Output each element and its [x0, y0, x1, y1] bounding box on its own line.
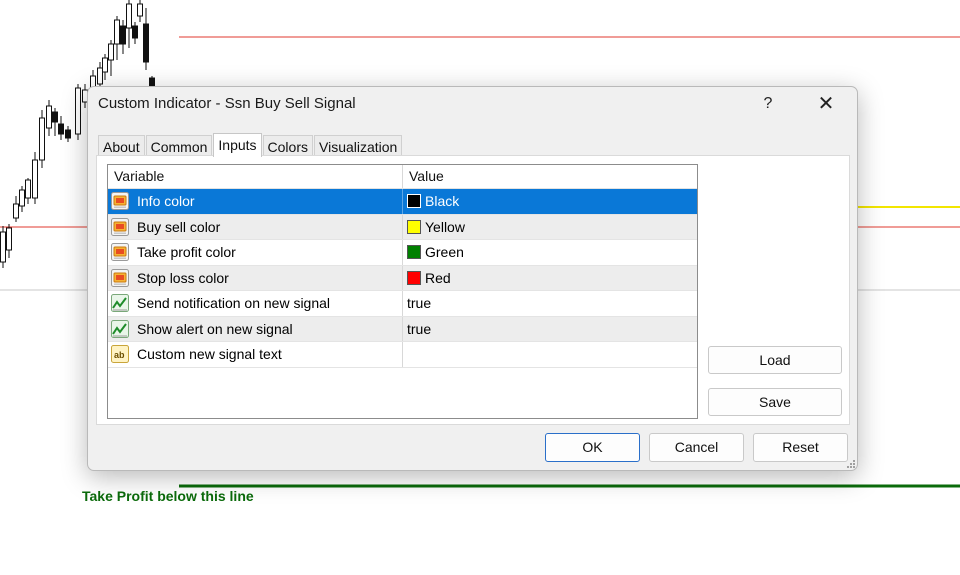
color-swatch [407, 219, 421, 234]
color-param-icon [110, 217, 137, 237]
bool-param-icon [110, 319, 137, 339]
color-param-icon [110, 191, 137, 211]
value-cell[interactable] [402, 342, 697, 367]
reset-button[interactable]: Reset [753, 433, 848, 462]
inputs-table: Variable Value Info color Black Buy sell c… [107, 164, 698, 419]
variable-cell[interactable]: Send notification on new signal [108, 291, 402, 316]
take-profit-label: Take Profit below this line [82, 488, 254, 504]
candle-body [6, 227, 12, 251]
candle-body [132, 25, 138, 39]
candle-body [143, 23, 149, 63]
candle-body [120, 25, 126, 45]
value-cell[interactable]: Black [402, 189, 697, 214]
value-text: Red [425, 269, 451, 286]
tab-inputs[interactable]: Inputs [213, 133, 262, 157]
resize-grip-icon[interactable] [847, 460, 855, 468]
color-param-icon [110, 242, 137, 262]
candle-body [46, 105, 52, 129]
tab-common[interactable]: Common [145, 135, 213, 156]
variable-cell[interactable]: Show alert on new signal [108, 317, 402, 342]
candle-body [75, 87, 81, 135]
variable-cell[interactable]: Stop loss color [108, 266, 402, 291]
candle-body [137, 3, 143, 17]
table-row[interactable]: Show alert on new signal true [108, 316, 697, 342]
value-text: true [407, 320, 432, 337]
table-row[interactable]: Buy sell color Yellow [108, 214, 697, 240]
value-cell[interactable]: true [402, 316, 697, 341]
dialog-title: Custom Indicator - Ssn Buy Sell Signal [98, 95, 356, 112]
value-cell[interactable]: Yellow [402, 214, 697, 239]
value-cell[interactable]: Red [402, 265, 697, 290]
cancel-button[interactable]: Cancel [649, 433, 744, 462]
help-button[interactable]: ? [755, 92, 781, 116]
value-cell[interactable]: true [402, 291, 697, 316]
table-row[interactable]: Take profit color Green [108, 240, 697, 266]
candle-body [65, 129, 71, 139]
candle-body [58, 123, 64, 135]
candle-body [114, 19, 120, 45]
value-text: true [407, 295, 432, 312]
candle-body [102, 57, 108, 73]
table-row[interactable]: Send notification on new signal true [108, 291, 697, 317]
header-variable[interactable]: Variable [108, 165, 402, 188]
variable-name: Buy sell color [137, 218, 221, 235]
table-header: Variable Value [108, 165, 697, 189]
variable-cell[interactable]: Take profit color [108, 240, 402, 265]
color-param-icon [110, 268, 137, 288]
close-button[interactable]: ✕ [813, 92, 839, 116]
variable-cell[interactable]: ab Custom new signal text [108, 342, 402, 367]
inputs-panel: Variable Value Info color Black Buy sell c… [96, 155, 850, 425]
value-cell[interactable]: Green [402, 240, 697, 265]
tab-about[interactable]: About [98, 135, 145, 156]
table-row[interactable]: Info color Black [108, 189, 697, 215]
value-text: Black [425, 193, 460, 210]
variable-cell[interactable]: Info color [108, 189, 402, 214]
variable-name: Show alert on new signal [137, 320, 293, 337]
candle-body [19, 189, 25, 207]
variable-name: Stop loss color [137, 269, 229, 286]
bool-param-icon [110, 293, 137, 313]
candle-body [52, 111, 58, 123]
dialog-titlebar[interactable]: Custom Indicator - Ssn Buy Sell Signal ?… [88, 87, 857, 121]
load-button[interactable]: Load [708, 346, 842, 374]
table-row[interactable]: Stop loss color Red [108, 265, 697, 291]
tab-strip: About Common Inputs Colors Visualization [98, 133, 403, 157]
variable-name: Send notification on new signal [137, 295, 331, 312]
candle-body [25, 179, 31, 199]
variable-name: Take profit color [137, 244, 236, 261]
variable-name: Info color [137, 193, 195, 210]
value-text: Green [425, 244, 464, 261]
custom-indicator-dialog: Custom Indicator - Ssn Buy Sell Signal ?… [87, 86, 858, 471]
tab-colors[interactable]: Colors [262, 135, 313, 156]
variable-cell[interactable]: Buy sell color [108, 215, 402, 240]
table-body: Info color Black Buy sell color Yellow Take … [108, 189, 697, 368]
candle-body [108, 43, 114, 61]
candle-body [32, 159, 38, 199]
candle-body [97, 67, 103, 85]
save-button[interactable]: Save [708, 388, 842, 416]
candle-body [0, 231, 6, 263]
tab-visualization[interactable]: Visualization [314, 135, 403, 156]
ok-button[interactable]: OK [545, 433, 640, 462]
candle-body [39, 117, 45, 161]
header-value[interactable]: Value [402, 165, 697, 188]
color-swatch [407, 270, 421, 285]
svg-text:ab: ab [114, 350, 125, 360]
variable-name: Custom new signal text [137, 346, 282, 363]
value-text: Yellow [425, 218, 465, 235]
table-row[interactable]: ab Custom new signal text [108, 342, 697, 368]
color-swatch [407, 194, 421, 209]
string-param-icon: ab [110, 344, 137, 364]
candle-body [126, 3, 132, 29]
candle-body [13, 203, 19, 219]
color-swatch [407, 245, 421, 260]
